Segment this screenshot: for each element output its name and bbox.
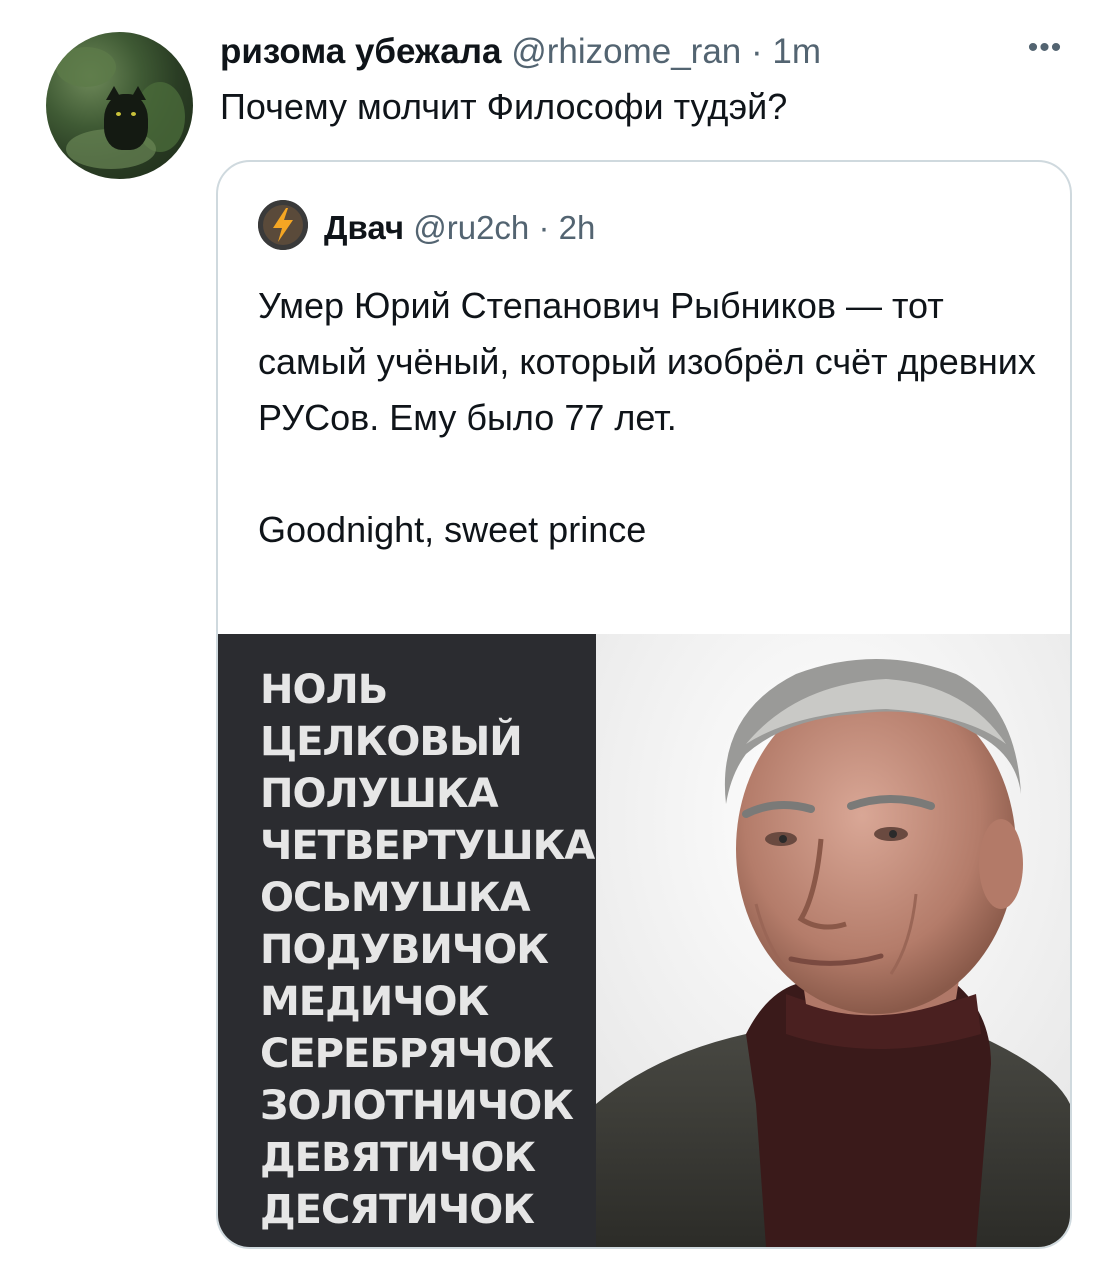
tweet-header: ризома убежала @rhizome_ran · 1m (220, 28, 821, 76)
portrait-illustration (596, 634, 1070, 1247)
counting-word: ЗОЛОТНИЧОК (260, 1083, 574, 1129)
quoted-header-separator: · (538, 209, 550, 246)
author-handle[interactable]: @rhizome_ran (511, 32, 741, 71)
counting-word: НОЛЬ (260, 667, 388, 713)
author-name[interactable]: ризома убежала (220, 32, 501, 71)
more-horizontal-icon[interactable]: ••• (1020, 33, 1070, 63)
tweet-timestamp[interactable]: 1m (772, 32, 821, 71)
header-separator: · (751, 32, 763, 71)
quoted-paragraph-2: Goodnight, sweet prince (258, 509, 647, 550)
counting-word: ДЕВЯТИЧОК (260, 1135, 536, 1181)
tweet-text: Почему молчит Философи тудэй? (220, 86, 788, 127)
counting-word: ОСЬМУШКА (260, 875, 531, 921)
quoted-author-avatar[interactable] (258, 200, 308, 250)
author-avatar[interactable] (46, 32, 193, 179)
quoted-tweet-image[interactable]: НОЛЬ ЦЕЛКОВЫЙ ПОЛУШКА ЧЕТВЕРТУШКА ОСЬМУШКА ПО… (218, 634, 1070, 1247)
counting-word: ЦЕЛКОВЫЙ (260, 719, 523, 765)
quoted-tweet-timestamp[interactable]: 2h (559, 209, 596, 246)
counting-word: МЕДИЧОК (260, 979, 489, 1025)
quoted-tweet-header: Двач @ru2ch · 2h (324, 206, 595, 250)
counting-word: ЧЕТВЕРТУШКА (260, 823, 595, 869)
quoted-author-handle[interactable]: @ru2ch (413, 209, 529, 246)
counting-word: ПОДУВИЧОК (260, 927, 549, 973)
counting-word: ДЕСЯТИЧОК (260, 1187, 535, 1233)
portrait-photo (596, 634, 1070, 1247)
counting-words-list: НОЛЬ ЦЕЛКОВЫЙ ПОЛУШКА ЧЕТВЕРТУШКА ОСЬМУШКА ПО… (260, 664, 595, 1236)
quoted-paragraph-1: Умер Юрий Степанович Рыбников — тот самы… (258, 285, 1036, 438)
counting-word: ПОЛУШКА (260, 771, 499, 817)
quoted-author-name[interactable]: Двач (324, 209, 404, 246)
quoted-tweet-body: Умер Юрий Степанович Рыбников — тот самы… (258, 278, 1048, 558)
lightning-icon (258, 200, 308, 250)
quoted-tweet-card[interactable]: Двач @ru2ch · 2h Умер Юрий Степанович Ры… (216, 160, 1072, 1249)
counting-word: СЕРЕБРЯЧОК (260, 1031, 554, 1077)
words-panel: НОЛЬ ЦЕЛКОВЫЙ ПОЛУШКА ЧЕТВЕРТУШКА ОСЬМУШКА ПО… (218, 634, 596, 1247)
